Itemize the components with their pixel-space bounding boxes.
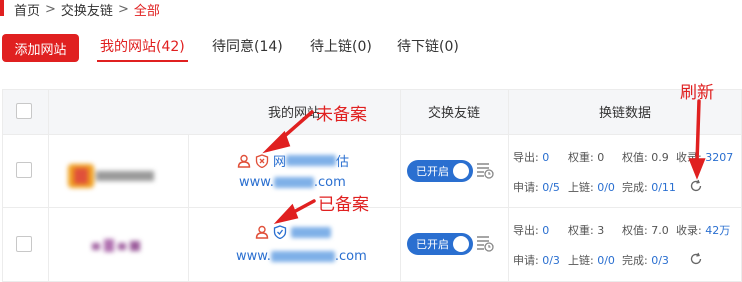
annotation-arrows <box>262 99 706 225</box>
arrow-head <box>688 158 706 180</box>
arrow-head <box>273 203 299 225</box>
arrow-head <box>262 130 291 154</box>
arrow-to-refresh-icon <box>695 99 701 164</box>
